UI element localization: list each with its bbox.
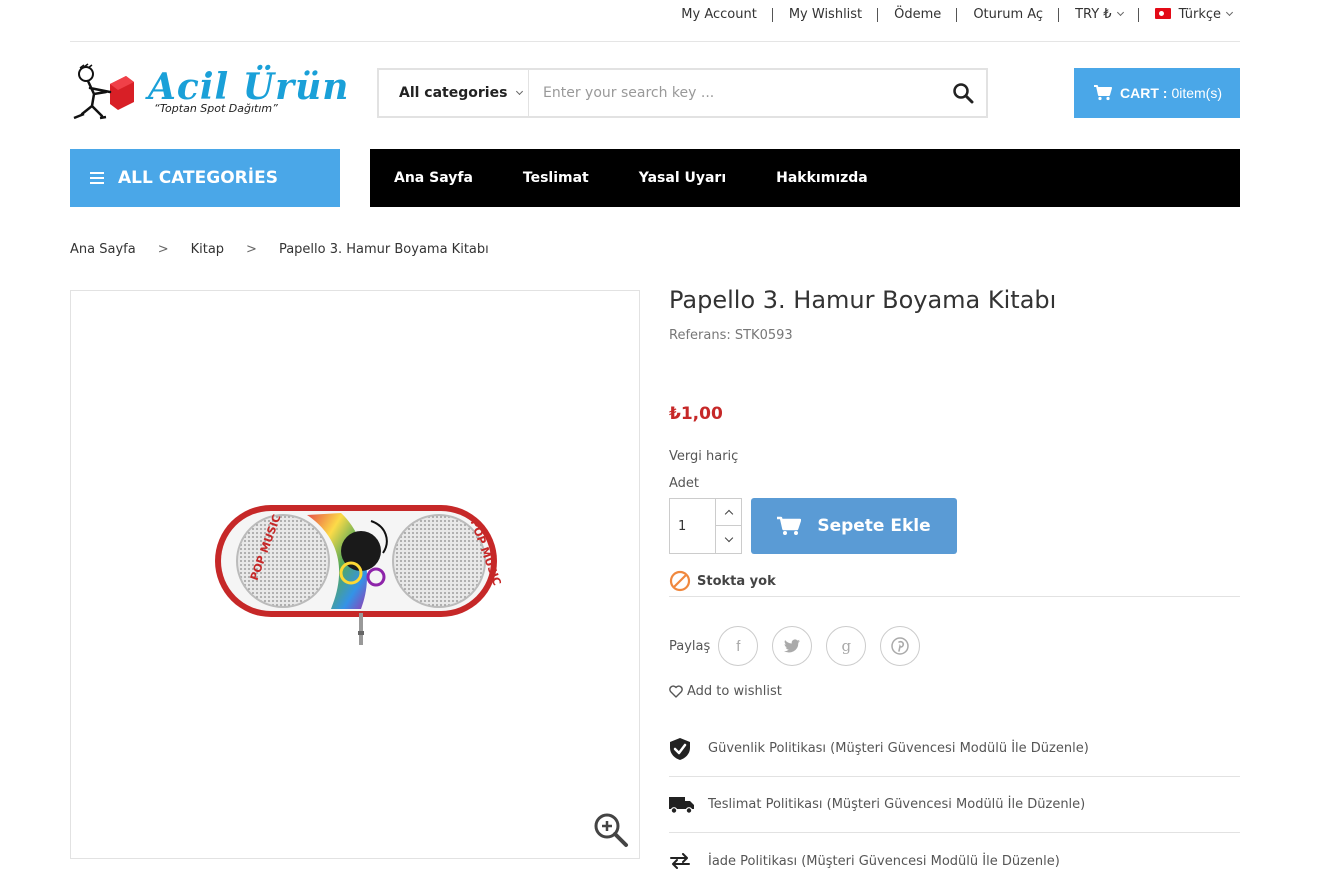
wishlist-label: Add to wishlist bbox=[687, 684, 782, 699]
language-selector[interactable]: Türkçe bbox=[1139, 6, 1240, 24]
divider bbox=[669, 596, 1240, 597]
out-of-stock-icon bbox=[669, 570, 691, 592]
share-pinterest-button[interactable] bbox=[880, 626, 921, 666]
my-wishlist-link[interactable]: My Wishlist bbox=[773, 6, 879, 24]
cart-icon bbox=[1094, 85, 1112, 101]
breadcrumb-item-current: Papello 3. Hamur Boyama Kitabı bbox=[278, 242, 489, 257]
policy-return-label: İade Politikası (Müşteri Güvencesi Modül… bbox=[708, 853, 1060, 869]
nav-item-home[interactable]: Ana Sayfa bbox=[394, 170, 473, 186]
twitter-icon bbox=[784, 639, 801, 653]
search-icon[interactable] bbox=[952, 82, 974, 104]
product-price: ₺1,00 bbox=[669, 404, 723, 424]
add-to-wishlist-link[interactable]: Add to wishlist bbox=[669, 684, 782, 699]
search-input[interactable] bbox=[531, 70, 931, 116]
policy-security: Güvenlik Politikası (Müşteri Güvencesi M… bbox=[669, 721, 1240, 777]
search-category-label: All categories bbox=[399, 85, 508, 101]
turkey-flag-icon bbox=[1154, 8, 1171, 19]
nav-item-delivery[interactable]: Teslimat bbox=[523, 170, 589, 186]
policy-return: İade Politikası (Müşteri Güvencesi Modül… bbox=[669, 833, 1240, 889]
breadcrumb-separator: > bbox=[157, 242, 169, 257]
language-label: Türkçe bbox=[1178, 7, 1221, 22]
top-bar: My Account My Wishlist Ödeme Oturum Aç T… bbox=[70, 0, 1240, 42]
nav-item-legal[interactable]: Yasal Uyarı bbox=[639, 170, 726, 186]
policy-delivery-label: Teslimat Politikası (Müşteri Güvencesi M… bbox=[708, 797, 1086, 812]
share-googleplus-button[interactable]: g bbox=[826, 626, 867, 666]
all-categories-label: ALL CATEGORİES bbox=[118, 168, 278, 188]
chevron-down-icon bbox=[516, 87, 524, 96]
add-to-cart-label: Sepete Ekle bbox=[817, 516, 931, 536]
cart-label: CART : bbox=[1120, 85, 1168, 101]
product-image bbox=[215, 505, 497, 645]
shield-check-icon bbox=[670, 737, 690, 760]
search-category-select[interactable]: All categories bbox=[379, 70, 529, 116]
share-twitter-button[interactable] bbox=[772, 626, 813, 666]
login-link[interactable]: Oturum Aç bbox=[957, 6, 1059, 24]
delivery-mascot-icon bbox=[73, 63, 134, 120]
facebook-icon: f bbox=[736, 637, 741, 655]
add-to-cart-button[interactable]: Sepete Ekle bbox=[751, 498, 957, 554]
swap-arrows-icon bbox=[670, 853, 690, 869]
share-facebook-button[interactable]: f bbox=[718, 626, 759, 666]
quantity-decrease-button[interactable] bbox=[715, 526, 741, 553]
quantity-label: Adet bbox=[669, 476, 700, 491]
main-nav: Ana Sayfa Teslimat Yasal Uyarı Hakkımızd… bbox=[370, 149, 1240, 207]
all-categories-button[interactable]: ALL CATEGORİES bbox=[70, 149, 340, 207]
chevron-up-icon bbox=[724, 509, 733, 518]
cart-icon bbox=[777, 516, 802, 535]
menu-icon bbox=[90, 172, 104, 184]
my-account-link[interactable]: My Account bbox=[665, 6, 773, 24]
chevron-down-icon bbox=[1225, 8, 1234, 17]
nav-item-about[interactable]: Hakkımızda bbox=[776, 170, 868, 186]
truck-icon bbox=[669, 796, 694, 814]
quantity-stepper bbox=[669, 498, 742, 554]
quantity-increase-button[interactable] bbox=[715, 499, 741, 526]
breadcrumb-item-category[interactable]: Kitap bbox=[191, 242, 224, 257]
google-plus-icon: g bbox=[841, 637, 852, 655]
currency-label: TRY ₺ bbox=[1075, 7, 1112, 22]
product-reference: Referans: STK0593 bbox=[669, 328, 793, 343]
cart-count: 0item(s) bbox=[1171, 85, 1222, 101]
checkout-link[interactable]: Ödeme bbox=[878, 6, 958, 24]
search-bar: All categories bbox=[377, 68, 988, 118]
logo-tagline: “Toptan Spot Dağıtım” bbox=[154, 102, 278, 115]
stock-status-label: Stokta yok bbox=[697, 573, 776, 589]
product-image-frame[interactable]: POP MUSIC POP MUSIC bbox=[70, 290, 640, 859]
chevron-down-icon bbox=[724, 533, 733, 543]
zoom-in-icon[interactable] bbox=[593, 812, 629, 848]
policy-delivery: Teslimat Politikası (Müşteri Güvencesi M… bbox=[669, 777, 1240, 833]
breadcrumb: Ana Sayfa > Kitap > Papello 3. Hamur Boy… bbox=[70, 242, 489, 257]
tax-note: Vergi hariç bbox=[669, 449, 739, 464]
stock-status: Stokta yok bbox=[669, 570, 776, 592]
share-label: Paylaş bbox=[669, 638, 711, 654]
site-logo[interactable]: Acil Ürün “Toptan Spot Dağıtım” bbox=[70, 62, 348, 122]
pinterest-icon bbox=[891, 637, 910, 655]
breadcrumb-item-home[interactable]: Ana Sayfa bbox=[70, 242, 136, 257]
currency-selector[interactable]: TRY ₺ bbox=[1059, 6, 1139, 24]
chevron-down-icon bbox=[1116, 8, 1124, 17]
product-title: Papello 3. Hamur Boyama Kitabı bbox=[669, 286, 1057, 314]
top-links: My Account My Wishlist Ödeme Oturum Aç T… bbox=[665, 6, 1240, 24]
breadcrumb-separator: > bbox=[246, 242, 257, 257]
policy-security-label: Güvenlik Politikası (Müşteri Güvencesi M… bbox=[708, 741, 1089, 756]
quantity-input[interactable] bbox=[670, 499, 716, 553]
cart-button[interactable]: CART : 0item(s) bbox=[1074, 68, 1240, 118]
heart-icon bbox=[669, 685, 683, 698]
share-row: Paylaş f g bbox=[669, 626, 934, 666]
